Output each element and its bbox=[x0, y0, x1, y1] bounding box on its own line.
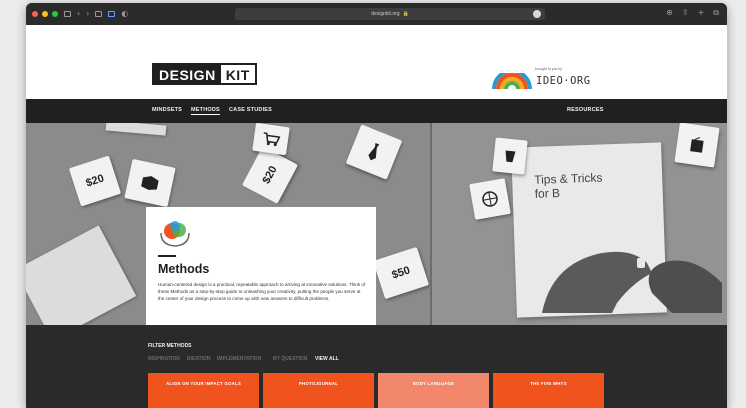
book-icon bbox=[141, 176, 159, 190]
nav-resources[interactable]: RESOURCES bbox=[567, 107, 604, 113]
paper-sheet bbox=[105, 123, 167, 136]
cup-card bbox=[492, 137, 528, 175]
paper-sheet bbox=[26, 225, 137, 325]
filter-ideation[interactable]: IDEATION bbox=[187, 356, 211, 362]
card-label: $20 bbox=[84, 172, 106, 190]
nav-methods[interactable]: METHODS bbox=[191, 107, 220, 115]
page-title: Methods bbox=[158, 262, 210, 276]
nav-case-studies[interactable]: CASE STUDIES bbox=[229, 107, 272, 113]
tabs-icon[interactable]: ⧉ bbox=[713, 9, 719, 17]
forward-icon[interactable]: › bbox=[86, 10, 89, 18]
ideo-arc-icon bbox=[492, 73, 532, 89]
share-icon[interactable]: ⇪ bbox=[682, 9, 689, 17]
download-icon[interactable]: ⊕ bbox=[666, 9, 673, 17]
hero-photo-right: Tips & Tricks for B bbox=[432, 123, 727, 325]
close-window-button[interactable] bbox=[32, 11, 38, 17]
filter-view-all[interactable]: VIEW ALL bbox=[315, 356, 339, 362]
window-controls bbox=[32, 11, 58, 17]
filter-methods-section: FILTER METHODS INSPIRATION IDEATION IMPL… bbox=[26, 325, 727, 408]
method-hand-icon bbox=[160, 221, 190, 247]
cart-card bbox=[252, 123, 290, 156]
privacy-icon[interactable]: ◐ bbox=[121, 10, 128, 18]
picture-card bbox=[124, 158, 176, 208]
radio-card bbox=[674, 123, 720, 168]
tie-card bbox=[345, 124, 403, 180]
browser-window: ‹ › ◐ designkit.org 🔒 ⊕ ⇪ + ⧉ DESIGN KIT… bbox=[26, 3, 727, 408]
new-tab-icon[interactable]: + bbox=[698, 9, 705, 17]
filter-title: FILTER METHODS bbox=[148, 343, 192, 349]
tips-heading: Tips & Tricks bbox=[533, 170, 603, 187]
filter-implementation[interactable]: IMPLEMENTATION bbox=[217, 356, 261, 362]
method-tile[interactable]: PHOTOJOURNAL bbox=[263, 373, 374, 408]
card-label: $50 bbox=[390, 264, 412, 282]
page-icon[interactable] bbox=[108, 11, 116, 17]
money-card: $20 bbox=[68, 155, 122, 207]
design-kit-logo[interactable]: DESIGN KIT bbox=[152, 63, 257, 85]
card-label: $20 bbox=[260, 164, 280, 186]
cup-icon bbox=[505, 150, 516, 163]
filter-by-question[interactable]: BY QUESTION bbox=[273, 356, 307, 362]
basketball-icon bbox=[482, 191, 498, 207]
method-tile-label: ALIGN ON YOUR IMPACT GOALS bbox=[165, 381, 242, 386]
logo-kit-text: KIT bbox=[220, 65, 255, 83]
address-bar[interactable]: designkit.org 🔒 bbox=[235, 8, 545, 20]
ideo-org-logo[interactable]: brought to you by IDEO·ORG bbox=[492, 67, 602, 93]
ball-card bbox=[469, 178, 511, 220]
toolbar-right: ⊕ ⇪ + ⧉ bbox=[666, 9, 719, 17]
method-tile-label: BODY LANGUAGE bbox=[412, 381, 455, 386]
main-nav: MINDSETS METHODS CASE STUDIES RESOURCES bbox=[26, 99, 727, 123]
method-tile-label: THE FIVE WHYS bbox=[530, 381, 567, 386]
method-tile[interactable]: THE FIVE WHYS bbox=[493, 373, 604, 408]
logo-design-text: DESIGN bbox=[154, 65, 221, 83]
url-text: designkit.org bbox=[371, 11, 400, 17]
hero-photo-left: $20 $20 $50 Methods Human-centered desig… bbox=[26, 123, 430, 325]
site-header: DESIGN KIT brought to you by IDEO·ORG bbox=[26, 25, 727, 99]
money-card: $20 bbox=[242, 146, 298, 204]
method-tile[interactable]: BODY LANGUAGE bbox=[378, 373, 489, 408]
method-tile-label: PHOTOJOURNAL bbox=[298, 381, 339, 386]
money-card: $50 bbox=[372, 246, 430, 300]
back-icon[interactable]: ‹ bbox=[77, 10, 80, 18]
cart-icon bbox=[263, 132, 281, 147]
hero-image: $20 $20 $50 Methods Human-centered desig… bbox=[26, 123, 727, 325]
ideo-org-name: IDEO·ORG bbox=[536, 75, 591, 87]
lock-icon: 🔒 bbox=[402, 11, 409, 17]
methods-description: Human-centered design is a practical, re… bbox=[158, 282, 366, 301]
sidebar-icon[interactable] bbox=[64, 11, 71, 17]
title-accent-bar bbox=[158, 255, 176, 257]
tie-icon bbox=[368, 142, 380, 161]
brought-by-text: brought to you by bbox=[535, 67, 563, 71]
minimize-window-button[interactable] bbox=[42, 11, 48, 17]
browser-toolbar: ‹ › ◐ designkit.org 🔒 ⊕ ⇪ + ⧉ bbox=[26, 3, 727, 25]
methods-intro-card: Methods Human-centered design is a pract… bbox=[146, 207, 376, 325]
filter-inspiration[interactable]: INSPIRATION bbox=[148, 356, 180, 362]
method-tile[interactable]: ALIGN ON YOUR IMPACT GOALS bbox=[148, 373, 259, 408]
reload-icon[interactable] bbox=[533, 10, 541, 18]
tab-overview-icon[interactable] bbox=[95, 11, 103, 17]
radio-icon bbox=[690, 136, 704, 153]
zoom-window-button[interactable] bbox=[52, 11, 58, 17]
nav-mindsets[interactable]: MINDSETS bbox=[152, 107, 182, 113]
hands-image bbox=[542, 251, 722, 313]
